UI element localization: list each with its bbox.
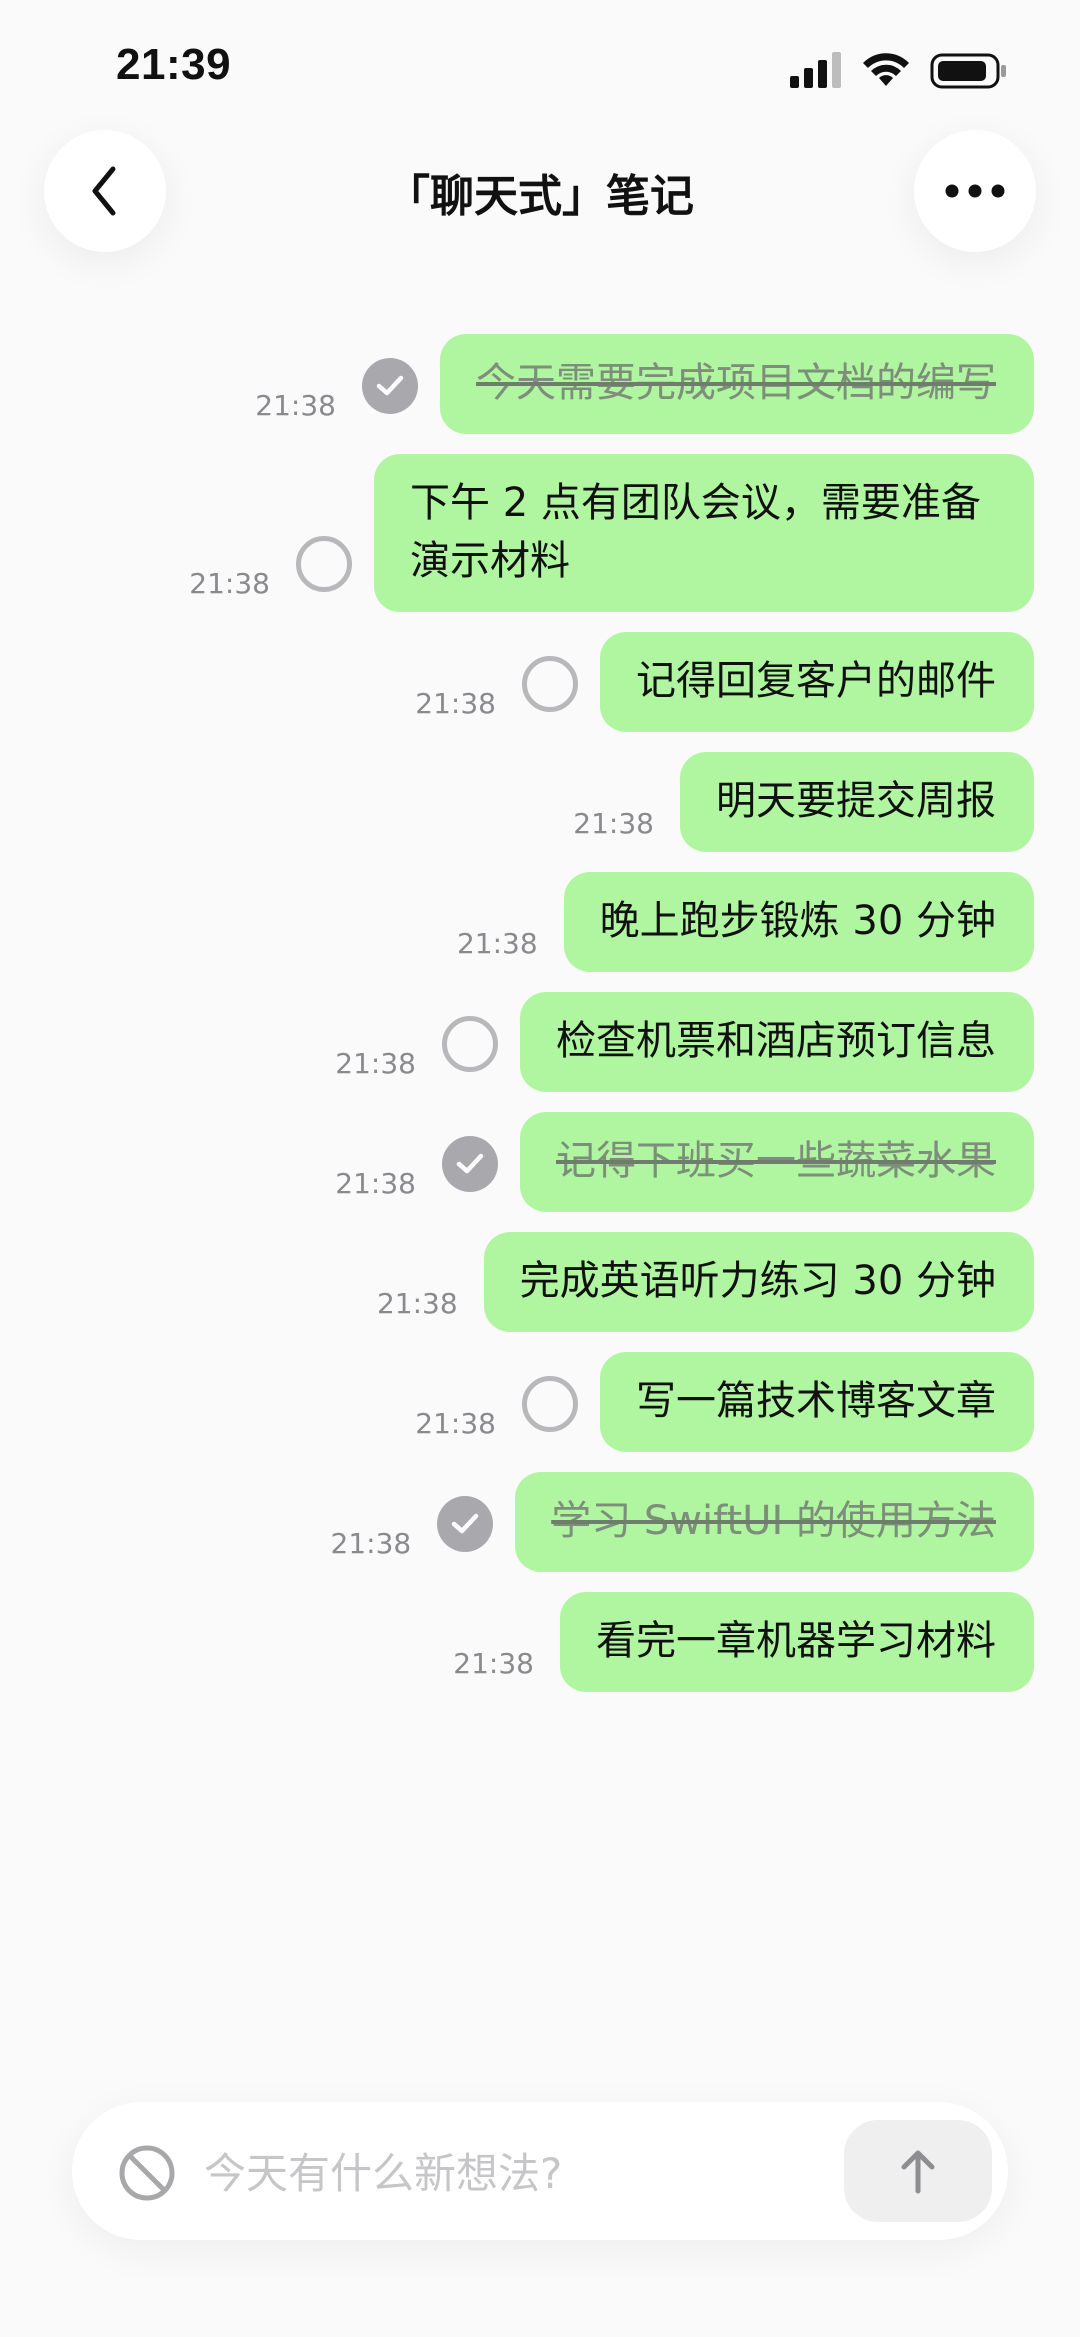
message-timestamp: 21:38: [330, 1527, 412, 1560]
message-row: 21:38 检查机票和酒店预订信息: [34, 992, 1034, 1092]
todo-checkbox[interactable]: [522, 1376, 578, 1432]
message-bubble[interactable]: 写一篇技术博客文章: [600, 1352, 1034, 1452]
ellipsis-icon: [945, 184, 1005, 198]
completed-checkbox[interactable]: [437, 1496, 494, 1552]
message-timestamp: 21:38: [415, 1407, 496, 1440]
message-row: 21:38 学习 SwiftUI 的使用方法: [34, 1472, 1034, 1572]
composer-bar: [72, 2102, 1008, 2240]
message-bubble[interactable]: 今天需要完成项目文档的编写: [440, 334, 1034, 434]
message-bubble[interactable]: 完成英语听力练习 30 分钟: [483, 1232, 1034, 1332]
message-row: 21:38 记得回复客户的邮件: [34, 632, 1034, 732]
completed-checkbox[interactable]: [442, 1136, 498, 1192]
message-row: 21:38 看完一章机器学习材料: [34, 1592, 1034, 1692]
message-row: 21:38 记得下班买一些蔬菜水果: [34, 1112, 1034, 1212]
message-timestamp: 21:38: [453, 1647, 534, 1680]
header: 「聊天式」笔记: [0, 120, 1080, 260]
message-bubble[interactable]: 检查机票和酒店预订信息: [520, 992, 1034, 1092]
checkmark-icon: [456, 1153, 484, 1174]
arrow-up-icon: [901, 2150, 935, 2194]
todo-checkbox[interactable]: [442, 1016, 498, 1072]
message-bubble[interactable]: 看完一章机器学习材料: [560, 1592, 1034, 1692]
checkmark-icon: [451, 1513, 479, 1534]
wifi-icon: [863, 53, 909, 86]
completed-checkbox[interactable]: [362, 358, 418, 414]
message-list: 21:38 今天需要完成项目文档的编写 21:38 下午 2 点有团队会议，需要准备演…: [34, 334, 1034, 1712]
message-timestamp: 21:38: [189, 567, 270, 600]
message-bubble[interactable]: 下午 2 点有团队会议，需要准备演示材料: [374, 454, 1034, 612]
message-timestamp: 21:38: [335, 1167, 416, 1200]
status-bar: 21:39: [0, 0, 1080, 140]
prohibited-icon[interactable]: [118, 2144, 176, 2202]
message-timestamp: 21:38: [456, 927, 538, 960]
message-timestamp: 21:38: [255, 389, 336, 422]
message-row: 21:38 晚上跑步锻炼 30 分钟: [34, 872, 1034, 972]
message-row: 21:38 今天需要完成项目文档的编写: [34, 334, 1034, 434]
message-timestamp: 21:38: [415, 687, 496, 720]
message-row: 21:38 明天要提交周报: [34, 752, 1034, 852]
message-bubble[interactable]: 学习 SwiftUI 的使用方法: [515, 1472, 1034, 1572]
message-row: 21:38 写一篇技术博客文章: [34, 1352, 1034, 1452]
message-bubble[interactable]: 晚上跑步锻炼 30 分钟: [563, 872, 1034, 972]
message-timestamp: 21:38: [376, 1287, 458, 1320]
message-row: 21:38 下午 2 点有团队会议，需要准备演示材料: [34, 454, 1034, 612]
cellular-signal-icon: [790, 52, 841, 88]
checkmark-icon: [376, 375, 404, 396]
message-bubble[interactable]: 记得下班买一些蔬菜水果: [520, 1112, 1034, 1212]
battery-icon: [930, 53, 1006, 89]
status-time: 21:39: [116, 40, 232, 89]
send-button[interactable]: [844, 2120, 992, 2222]
message-timestamp: 21:38: [573, 807, 654, 840]
todo-checkbox[interactable]: [522, 656, 578, 712]
message-timestamp: 21:38: [335, 1047, 416, 1080]
message-row: 21:38 完成英语听力练习 30 分钟: [34, 1232, 1034, 1332]
more-options-button[interactable]: [914, 130, 1036, 252]
note-input[interactable]: [202, 2132, 886, 2214]
message-bubble[interactable]: 记得回复客户的邮件: [600, 632, 1034, 732]
message-bubble[interactable]: 明天要提交周报: [680, 752, 1034, 852]
todo-checkbox[interactable]: [296, 536, 352, 592]
